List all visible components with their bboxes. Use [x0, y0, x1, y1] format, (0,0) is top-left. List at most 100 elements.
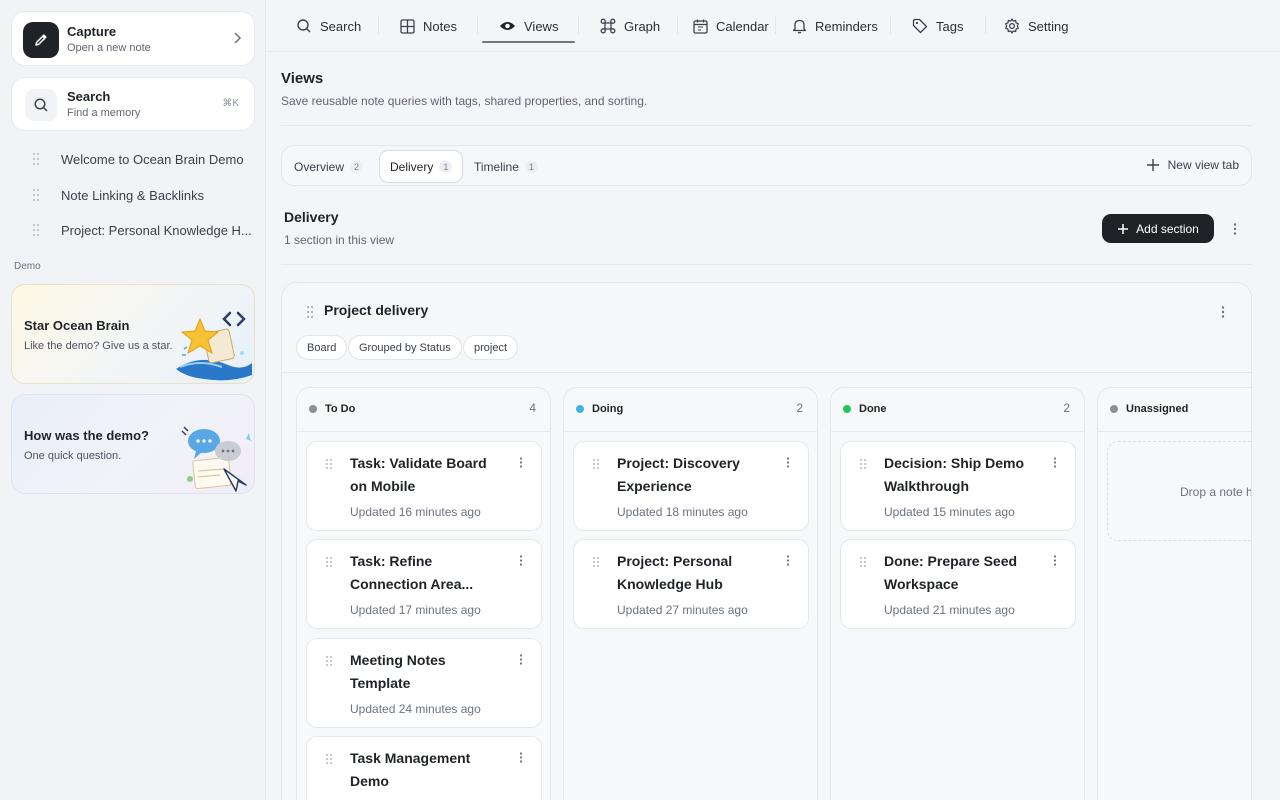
- drag-handle-icon[interactable]: [326, 656, 332, 666]
- nav-graph[interactable]: Graph: [600, 16, 660, 36]
- promo-subtitle: One quick question.: [24, 450, 122, 462]
- status-dot: [843, 405, 851, 413]
- note-card[interactable]: Decision: Ship Demo Walkthrough Updated …: [840, 441, 1076, 531]
- tab-overview[interactable]: Overview 2: [284, 150, 373, 183]
- page-title: Views: [281, 70, 324, 87]
- note-updated: Updated 15 minutes ago: [884, 505, 1015, 519]
- capture-button[interactable]: Capture Open a new note: [11, 11, 255, 66]
- nav-notes[interactable]: Notes: [400, 16, 457, 36]
- drop-zone[interactable]: Drop a note here: [1107, 441, 1251, 541]
- column-name: Done: [859, 403, 887, 415]
- promo-title: How was the demo?: [24, 428, 149, 443]
- nav-calendar[interactable]: Calendar: [693, 16, 769, 36]
- chip-grouped-by[interactable]: Grouped by Status: [348, 335, 462, 360]
- note-card[interactable]: Project: Personal Knowledge Hub Updated …: [573, 539, 809, 629]
- nav-setting[interactable]: Setting: [1004, 16, 1068, 36]
- drag-handle-icon[interactable]: [307, 306, 313, 318]
- note-updated: Updated 16 minutes ago: [350, 505, 481, 519]
- nav-label: Calendar: [716, 18, 769, 34]
- plus-icon: [1118, 223, 1129, 234]
- more-options-icon[interactable]: [519, 457, 523, 468]
- chip-board[interactable]: Board: [296, 335, 348, 360]
- nav-divider: [775, 16, 776, 34]
- nav-label: Notes: [423, 18, 457, 34]
- status-dot: [576, 405, 584, 413]
- note-card[interactable]: Done: Prepare Seed Workspace Updated 21 …: [840, 539, 1076, 629]
- status-dot: [309, 405, 317, 413]
- note-title: Done: Prepare Seed Workspace: [884, 553, 1018, 592]
- more-options-icon[interactable]: [1233, 223, 1237, 235]
- nav-search[interactable]: Search: [296, 16, 361, 36]
- chat-feedback-illustration-icon: [181, 426, 252, 492]
- divider: [282, 372, 1251, 373]
- more-options-icon[interactable]: [519, 752, 523, 763]
- drag-handle-icon[interactable]: [593, 459, 599, 469]
- star-promo-card[interactable]: Star Ocean Brain Like the demo? Give us …: [11, 284, 255, 384]
- divider: [564, 431, 817, 432]
- search-button[interactable]: Search Find a memory ⌘K: [11, 77, 255, 131]
- nav-divider: [677, 16, 678, 34]
- divider: [297, 431, 550, 432]
- drag-handle-icon[interactable]: [33, 189, 39, 201]
- nav-label: Setting: [1028, 18, 1069, 34]
- search-icon: [25, 89, 57, 121]
- note-card[interactable]: Project: Discovery Experience Updated 18…: [573, 441, 809, 531]
- column-name: Doing: [592, 403, 624, 415]
- recent-note-item[interactable]: Note Linking & Backlinks: [11, 181, 255, 211]
- drag-handle-icon[interactable]: [860, 459, 866, 469]
- drag-handle-icon[interactable]: [593, 557, 599, 567]
- chip-tag[interactable]: project: [463, 335, 519, 360]
- more-options-icon[interactable]: [519, 555, 523, 566]
- divider: [281, 264, 1252, 265]
- note-updated: Updated 17 minutes ago: [350, 603, 481, 617]
- drag-handle-icon[interactable]: [326, 754, 332, 764]
- more-options-icon[interactable]: [786, 555, 790, 566]
- tab-timeline[interactable]: Timeline 1: [464, 150, 548, 183]
- recent-note-label: Note Linking & Backlinks: [61, 188, 205, 203]
- note-card[interactable]: Meeting Notes Template Updated 24 minute…: [306, 638, 542, 728]
- search-subtitle: Find a memory: [67, 107, 141, 119]
- nav-label: Reminders: [815, 18, 878, 34]
- eye-icon: [500, 22, 515, 30]
- note-updated: Updated 27 minutes ago: [617, 603, 748, 617]
- capture-title: Capture: [67, 24, 117, 39]
- more-options-icon[interactable]: [1053, 555, 1057, 566]
- tab-delivery[interactable]: Delivery 1: [379, 150, 464, 183]
- plus-icon: [1146, 159, 1159, 171]
- nav-divider: [890, 16, 891, 34]
- tab-label: Timeline: [474, 159, 519, 174]
- drag-handle-icon[interactable]: [326, 459, 332, 469]
- search-title: Search: [67, 89, 111, 104]
- board-column-todo: To Do 4 Task: Validate Board on Mobile U…: [296, 387, 551, 800]
- drag-handle-icon[interactable]: [326, 557, 332, 567]
- more-options-icon[interactable]: [1221, 306, 1225, 318]
- nav-divider: [578, 16, 579, 34]
- note-title: Decision: Ship Demo Walkthrough: [884, 455, 1025, 494]
- board-section-panel: Project delivery Board Grouped by Status…: [281, 282, 1252, 800]
- new-view-tab-button[interactable]: New view tab: [1146, 158, 1239, 172]
- page-subtitle: Save reusable note queries with tags, sh…: [281, 94, 648, 108]
- section-title: Delivery: [284, 209, 339, 225]
- nav-tags[interactable]: Tags: [912, 16, 963, 36]
- drop-zone-text: Drop a note here: [1180, 485, 1251, 499]
- nav-views[interactable]: Views: [499, 16, 558, 36]
- feedback-promo-card[interactable]: How was the demo? One quick question.: [11, 394, 255, 494]
- drag-handle-icon[interactable]: [33, 224, 39, 236]
- board-column-done: Done 2 Decision: Ship Demo Walkthrough U…: [830, 387, 1085, 800]
- recent-note-item[interactable]: Welcome to Ocean Brain Demo: [11, 145, 255, 175]
- drag-handle-icon[interactable]: [33, 153, 39, 165]
- tag-icon: [912, 18, 928, 34]
- note-card[interactable]: Task Management Demo: [306, 736, 542, 800]
- more-options-icon[interactable]: [1053, 457, 1057, 468]
- add-section-button[interactable]: Add section: [1102, 214, 1214, 243]
- more-options-icon[interactable]: [786, 457, 790, 468]
- nav-reminders[interactable]: Reminders: [792, 16, 878, 36]
- more-options-icon[interactable]: [519, 654, 523, 665]
- note-card[interactable]: Task: Refine Connection Area... Updated …: [306, 539, 542, 629]
- nav-divider: [378, 16, 379, 34]
- capture-subtitle: Open a new note: [67, 42, 151, 54]
- drag-handle-icon[interactable]: [860, 557, 866, 567]
- note-card[interactable]: Task: Validate Board on Mobile Updated 1…: [306, 441, 542, 531]
- recent-note-item[interactable]: Project: Personal Knowledge H...: [11, 216, 255, 246]
- nav-label: Graph: [624, 18, 661, 34]
